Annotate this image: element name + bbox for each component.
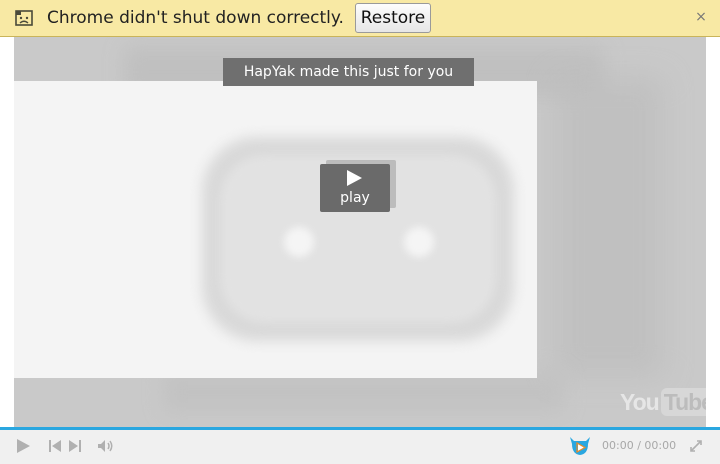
time-total: 00:00 (644, 439, 677, 452)
video-frame[interactable]: HapYak made this just for you play You T… (14, 37, 706, 427)
video-player: HapYak made this just for you play You T… (0, 37, 720, 427)
close-icon[interactable]: × (694, 10, 708, 24)
time-readout: 00:00 / 00:00 (602, 439, 676, 452)
crash-infobar: Chrome didn't shut down correctly. Resto… (0, 0, 720, 37)
next-icon[interactable] (68, 439, 82, 453)
video-background-blur (554, 77, 664, 377)
video-background-blur (164, 372, 564, 412)
youtube-logo-tube: Tube (660, 388, 706, 416)
restore-button[interactable]: Restore (355, 3, 431, 33)
play-icon[interactable] (17, 439, 30, 453)
previous-icon[interactable] (48, 439, 62, 453)
thumbnail-dot (404, 227, 434, 257)
player-controls: 00:00 / 00:00 (0, 430, 720, 464)
youtube-logo-you: You (620, 388, 660, 415)
time-separator: / (633, 439, 645, 452)
time-current: 00:00 (602, 439, 634, 452)
volume-icon[interactable] (97, 439, 115, 453)
video-thumbnail (14, 81, 537, 378)
sad-page-icon (15, 10, 33, 26)
thumbnail-dot (284, 227, 314, 257)
play-button[interactable]: play (320, 164, 390, 212)
fullscreen-icon[interactable] (690, 440, 702, 452)
play-label: play (340, 190, 370, 206)
hapyak-banner: HapYak made this just for you (223, 58, 474, 86)
infobar-message: Chrome didn't shut down correctly. (47, 8, 344, 28)
youtube-logo[interactable]: You Tube (620, 387, 706, 417)
play-icon (347, 170, 362, 186)
hapyak-logo-icon[interactable] (568, 435, 592, 457)
